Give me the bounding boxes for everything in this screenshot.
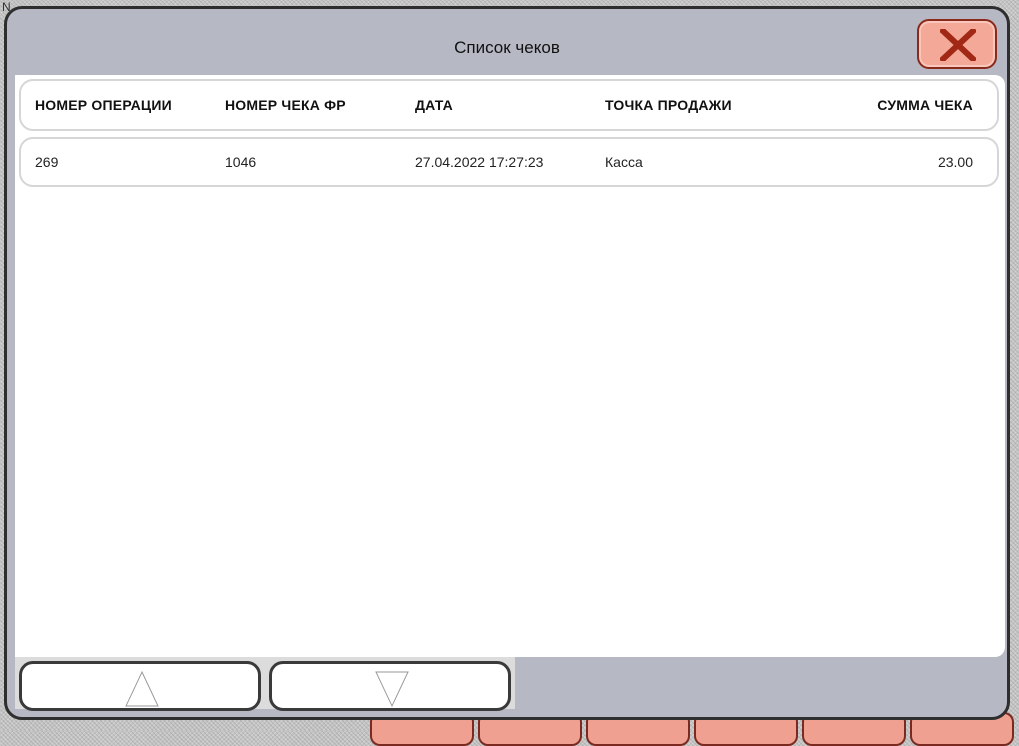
cell-date: 27.04.2022 17:27:23 [415,154,544,170]
cell-point-of-sale: Касса [605,154,643,170]
column-header-receipt-amount: СУММА ЧЕКА [877,97,973,113]
receipt-table: НОМЕР ОПЕРАЦИИ НОМЕР ЧЕКА ФР ДАТА ТОЧКА … [15,75,1005,657]
column-header-date: ДАТА [415,97,453,113]
column-header-point-of-sale: ТОЧКА ПРОДАЖИ [605,97,732,113]
column-header-operation-number: НОМЕР ОПЕРАЦИИ [35,97,172,113]
receipt-list-dialog: Список чеков НОМЕР ОПЕРАЦИИ НОМЕР ЧЕКА Ф… [4,6,1010,720]
table-row[interactable]: 269 1046 27.04.2022 17:27:23 Касса 23.00 [19,137,999,187]
cell-operation-number: 269 [35,154,59,170]
cell-fiscal-receipt-number: 1046 [225,154,257,170]
close-button[interactable] [917,19,997,69]
triangle-up-icon [125,670,159,707]
scroll-up-button[interactable] [19,661,261,711]
scroll-down-button[interactable] [269,661,511,711]
close-x-icon [940,29,976,61]
triangle-down-icon [375,671,409,708]
cell-receipt-amount: 23.00 [937,154,973,170]
dialog-title: Список чеков [454,38,560,57]
column-header-fiscal-receipt-number: НОМЕР ЧЕКА ФР [225,97,346,113]
table-header-row: НОМЕР ОПЕРАЦИИ НОМЕР ЧЕКА ФР ДАТА ТОЧКА … [19,79,999,131]
